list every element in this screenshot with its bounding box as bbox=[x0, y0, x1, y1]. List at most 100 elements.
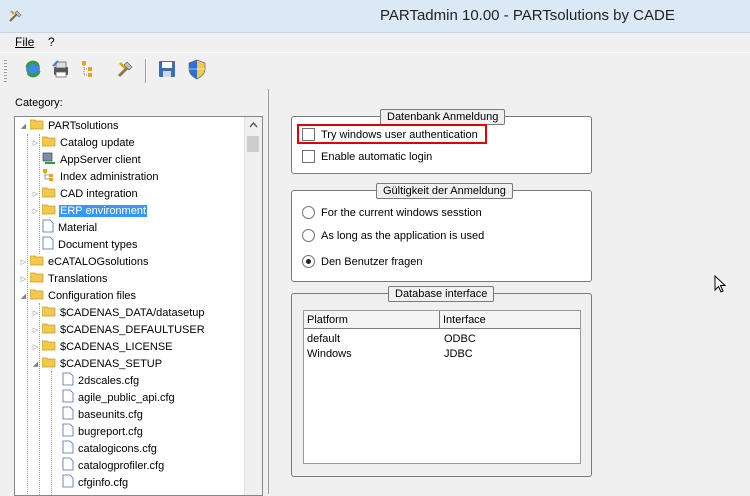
db-interface-table[interactable]: Platform Interface default ODBC Windows … bbox=[303, 310, 581, 464]
folder-icon bbox=[29, 288, 44, 303]
expand-icon[interactable]: ▷ bbox=[31, 139, 40, 147]
radio-button-selected[interactable] bbox=[302, 255, 315, 268]
tree-node-bugreport[interactable]: bugreport.cfg bbox=[51, 423, 144, 440]
tree-node-ecatalogsolutions[interactable]: ▷ eCATALOGsolutions bbox=[19, 253, 149, 270]
expand-icon[interactable]: ▷ bbox=[31, 190, 40, 198]
folder-icon bbox=[41, 135, 56, 150]
radio-button[interactable] bbox=[302, 206, 315, 219]
tree-node-erp-environment[interactable]: ▷ ERP environment bbox=[31, 202, 148, 219]
tree-node-label: catalogicons.cfg bbox=[78, 442, 157, 455]
db-interface-group: Database interface Platform Interface de… bbox=[291, 286, 592, 477]
folder-icon bbox=[29, 271, 44, 286]
expand-icon[interactable]: ▷ bbox=[31, 207, 40, 215]
tree-node-label: catalogprofiler.cfg bbox=[78, 459, 165, 472]
tree-node-label: agile_public_api.cfg bbox=[78, 391, 175, 404]
tree-node-label: $CADENAS_DATA/datasetup bbox=[60, 306, 205, 319]
tree-node-baseunits[interactable]: baseunits.cfg bbox=[51, 406, 144, 423]
tree-node-label: Catalog update bbox=[60, 136, 135, 149]
radio-current-session[interactable]: For the current windows sesstion bbox=[302, 206, 482, 219]
hierarchy-button[interactable] bbox=[76, 57, 102, 83]
expand-icon[interactable]: ▷ bbox=[31, 309, 40, 317]
tree-node-document-types[interactable]: Document types bbox=[31, 236, 138, 253]
tree-node-label: CAD integration bbox=[60, 187, 138, 200]
mouse-cursor-icon bbox=[714, 275, 727, 293]
column-header-interface[interactable]: Interface bbox=[440, 311, 580, 329]
table-cell[interactable]: ODBC bbox=[444, 333, 476, 345]
tree-node-label: Document types bbox=[58, 238, 138, 251]
document-icon bbox=[42, 219, 54, 236]
validity-group: Gültigkeit der Anmeldung For the current… bbox=[291, 183, 592, 282]
auto-login-checkbox[interactable]: Enable automatic login bbox=[302, 150, 432, 163]
refresh-icon bbox=[22, 58, 44, 83]
tree-node-cadenas-license[interactable]: ▷ $CADENAS_LICENSE bbox=[31, 338, 174, 355]
expand-icon[interactable]: ▷ bbox=[31, 326, 40, 334]
tree-node-cadenas-defaultuser[interactable]: ▷ $CADENAS_DEFAULTUSER bbox=[31, 321, 206, 338]
document-icon bbox=[62, 389, 74, 406]
collapse-icon[interactable]: ◢ bbox=[31, 360, 40, 368]
toolbar-grip[interactable] bbox=[4, 59, 7, 83]
tree-node-material[interactable]: Material bbox=[31, 219, 98, 236]
print-button[interactable] bbox=[48, 57, 74, 83]
radio-label: Den Benutzer fragen bbox=[321, 255, 423, 268]
toolbar bbox=[0, 52, 750, 90]
column-header-platform[interactable]: Platform bbox=[304, 311, 440, 329]
radio-application-used[interactable]: As long as the application is used bbox=[302, 229, 484, 242]
toolbar-separator bbox=[145, 59, 147, 83]
radio-label: For the current windows sesstion bbox=[321, 206, 482, 219]
menu-bar: File ? bbox=[0, 33, 750, 51]
security-button[interactable] bbox=[184, 57, 210, 83]
checkbox-box[interactable] bbox=[302, 150, 315, 163]
radio-ask-user[interactable]: Den Benutzer fragen bbox=[302, 255, 423, 268]
chevron-up-icon bbox=[249, 121, 258, 128]
expand-icon[interactable]: ▷ bbox=[19, 275, 28, 283]
tree-node-label-selected: ERP environment bbox=[59, 204, 148, 217]
tree-node-configuration-files[interactable]: ◢ Configuration files bbox=[19, 287, 137, 304]
menu-file[interactable]: File bbox=[15, 35, 34, 49]
expand-icon[interactable]: ▷ bbox=[31, 343, 40, 351]
tree-scrollbar[interactable] bbox=[244, 117, 262, 495]
collapse-icon[interactable]: ◢ bbox=[19, 122, 28, 130]
tools-button[interactable] bbox=[112, 57, 138, 83]
hierarchy-icon bbox=[78, 58, 100, 83]
tree-node-agile-public-api[interactable]: agile_public_api.cfg bbox=[51, 389, 176, 406]
folder-icon bbox=[41, 203, 56, 218]
document-icon bbox=[42, 236, 54, 253]
expand-icon[interactable]: ▷ bbox=[19, 258, 28, 266]
tree-node-label: eCATALOGsolutions bbox=[48, 255, 149, 268]
radio-button[interactable] bbox=[302, 229, 315, 242]
tree-node-catalogicons[interactable]: catalogicons.cfg bbox=[51, 440, 158, 457]
tree-node-cadenas-data[interactable]: ▷ $CADENAS_DATA/datasetup bbox=[31, 304, 206, 321]
category-tree[interactable]: ◢ PARTsolutions ▷ Catalog update AppServ… bbox=[14, 116, 263, 496]
scroll-thumb[interactable] bbox=[247, 136, 259, 152]
tree-node-catalogprofiler[interactable]: catalogprofiler.cfg bbox=[51, 457, 165, 474]
tree-node-2dscales[interactable]: 2dscales.cfg bbox=[51, 372, 140, 389]
tools-icon bbox=[114, 58, 136, 83]
tree-node-partsolutions[interactable]: ◢ PARTsolutions bbox=[19, 117, 120, 134]
tree-node-appserver-client[interactable]: AppServer client bbox=[31, 151, 142, 168]
tree-node-index-administration[interactable]: Index administration bbox=[31, 168, 159, 185]
shield-icon bbox=[186, 58, 208, 83]
table-cell[interactable]: JDBC bbox=[444, 348, 473, 360]
folder-icon bbox=[41, 339, 56, 354]
tree-node-label: Index administration bbox=[60, 170, 159, 183]
save-icon bbox=[156, 58, 178, 83]
save-button[interactable] bbox=[154, 57, 180, 83]
category-panel: Category: ◢ PARTsolutions ▷ Catalog upda… bbox=[0, 89, 268, 496]
collapse-icon[interactable]: ◢ bbox=[19, 292, 28, 300]
tree-node-cfginfo[interactable]: cfginfo.cfg bbox=[51, 474, 129, 491]
index-icon bbox=[42, 168, 56, 185]
tree-node-cadenas-setup[interactable]: ◢ $CADENAS_SETUP bbox=[31, 355, 163, 372]
menu-help[interactable]: ? bbox=[48, 35, 55, 49]
tree-node-cad-integration[interactable]: ▷ CAD integration bbox=[31, 185, 139, 202]
refresh-button[interactable] bbox=[20, 57, 46, 83]
tree-node-label: $CADENAS_DEFAULTUSER bbox=[60, 323, 205, 336]
app-icon[interactable] bbox=[8, 8, 24, 24]
table-cell[interactable]: Windows bbox=[307, 348, 352, 360]
tree-node-translations[interactable]: ▷ Translations bbox=[19, 270, 109, 287]
document-icon bbox=[62, 474, 74, 491]
tree-node-catalog-update[interactable]: ▷ Catalog update bbox=[31, 134, 136, 151]
tree-node-label: 2dscales.cfg bbox=[78, 374, 140, 387]
scroll-up-button[interactable] bbox=[245, 117, 262, 134]
table-cell[interactable]: default bbox=[307, 333, 340, 345]
checkbox-label: Enable automatic login bbox=[321, 150, 433, 163]
